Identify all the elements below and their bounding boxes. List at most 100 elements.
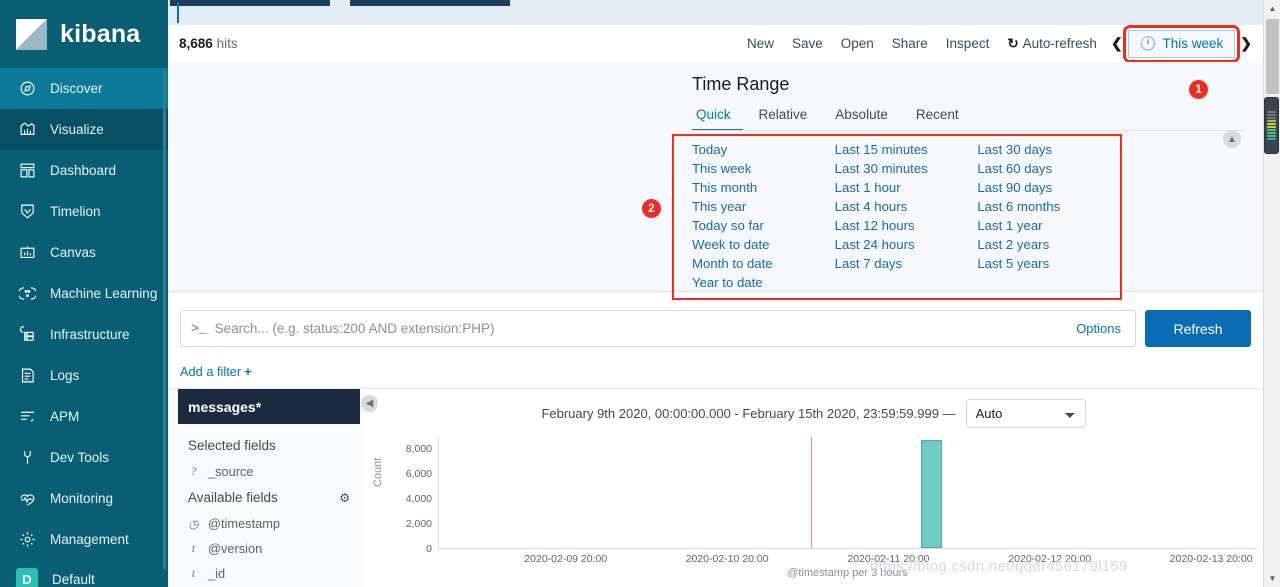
sidebar-item-label: Machine Learning bbox=[50, 286, 158, 301]
quick-range-month-to-date[interactable]: Month to date bbox=[692, 254, 835, 273]
sidebar-item-label: APM bbox=[50, 409, 80, 424]
x-axis-label: @timestamp per 3 hours bbox=[787, 567, 908, 579]
histogram-bar[interactable] bbox=[921, 440, 943, 548]
selected-fields-label: Selected fields bbox=[188, 438, 276, 453]
add-filter-label: Add a filter bbox=[180, 364, 242, 379]
search-input[interactable] bbox=[214, 321, 1069, 336]
quick-range-last-60-days[interactable]: Last 60 days bbox=[977, 159, 1120, 178]
collapse-popover-icon[interactable]: ▲ bbox=[1223, 130, 1241, 148]
time-next-button[interactable]: ❯ bbox=[1235, 32, 1257, 55]
quick-range-week-to-date[interactable]: Week to date bbox=[692, 235, 835, 254]
quick-range-last-1-year[interactable]: Last 1 year bbox=[977, 216, 1120, 235]
tab-recent[interactable]: Recent bbox=[912, 103, 971, 131]
sidebar-item-timelion[interactable]: Timelion bbox=[0, 191, 168, 232]
quick-range-last-90-days[interactable]: Last 90 days bbox=[977, 178, 1120, 197]
quick-range-last-1-hour[interactable]: Last 1 hour bbox=[835, 178, 978, 197]
histogram-plot-area[interactable] bbox=[438, 437, 1257, 549]
quick-range-last-30-minutes[interactable]: Last 30 minutes bbox=[835, 159, 978, 178]
share-button[interactable]: Share bbox=[883, 31, 937, 56]
quick-range-this-month[interactable]: This month bbox=[692, 178, 835, 197]
sidebar-item-machine-learning[interactable]: Machine Learning bbox=[0, 273, 168, 314]
sidebar-nav: Discover Visualize Dashboard Timelion Ca… bbox=[0, 68, 168, 587]
open-button[interactable]: Open bbox=[832, 31, 883, 56]
quick-range-last-2-years[interactable]: Last 2 years bbox=[977, 235, 1120, 254]
quick-range-last-30-days[interactable]: Last 30 days bbox=[977, 140, 1120, 159]
field-item-source[interactable]: ? _source bbox=[178, 459, 360, 484]
inspect-button[interactable]: Inspect bbox=[937, 31, 999, 56]
sidebar-item-label: Infrastructure bbox=[50, 327, 130, 342]
quick-range-last-24-hours[interactable]: Last 24 hours bbox=[835, 235, 978, 254]
discover-toolbar: 8,686 hits New Save Open Share Inspect ↻… bbox=[168, 24, 1263, 63]
sidebar-item-management[interactable]: Management bbox=[0, 519, 168, 560]
sidebar-item-infrastructure[interactable]: Infrastructure bbox=[0, 314, 168, 355]
field-type-string-icon: t bbox=[191, 567, 196, 580]
query-options-link[interactable]: Options bbox=[1076, 321, 1125, 336]
y-axis-line bbox=[438, 437, 439, 549]
field-item-id[interactable]: t _id bbox=[178, 561, 360, 586]
quick-range-today-so-far[interactable]: Today so far bbox=[692, 216, 835, 235]
scroll-down-icon[interactable]: ▼ bbox=[1264, 570, 1280, 587]
sidebar-item-apm[interactable]: APM bbox=[0, 396, 168, 437]
time-range-popover: Time Range Quick Relative Absolute Recen… bbox=[168, 62, 1263, 300]
field-name: @timestamp bbox=[208, 516, 281, 531]
quick-range-last-15-minutes[interactable]: Last 15 minutes bbox=[835, 140, 978, 159]
new-button[interactable]: New bbox=[738, 31, 783, 56]
brand-label: kibana bbox=[60, 19, 141, 48]
field-item-version[interactable]: t @version bbox=[178, 536, 360, 561]
sidebar-item-monitoring[interactable]: Monitoring bbox=[0, 478, 168, 519]
quick-range-last-7-days[interactable]: Last 7 days bbox=[835, 254, 978, 273]
apm-icon bbox=[18, 408, 36, 426]
sidebar-item-space-default[interactable]: D Default bbox=[0, 560, 168, 587]
quick-range-last-5-years[interactable]: Last 5 years bbox=[977, 254, 1120, 273]
hits-label: hits bbox=[216, 36, 238, 51]
y-axis-label: Count bbox=[372, 457, 384, 487]
kibana-brand[interactable]: kibana bbox=[0, 0, 168, 68]
available-fields-label: Available fields bbox=[188, 490, 278, 505]
sidebar-item-label: Dashboard bbox=[50, 163, 117, 178]
date-picker-button[interactable]: 🕛 This week bbox=[1122, 24, 1241, 63]
collapse-sidebar-icon[interactable]: ◀ bbox=[361, 395, 378, 412]
tab-relative[interactable]: Relative bbox=[755, 103, 820, 131]
sidebar-scrollbar[interactable] bbox=[163, 70, 166, 570]
scroll-up-icon[interactable]: ▲ bbox=[1264, 0, 1280, 17]
dashboard-icon bbox=[18, 162, 36, 180]
time-prev-button[interactable]: ❮ bbox=[1106, 32, 1128, 55]
page-caret bbox=[177, 2, 179, 23]
quick-range-this-week[interactable]: This week bbox=[692, 159, 835, 178]
time-range-title: Time Range bbox=[692, 74, 790, 94]
quick-range-last-12-hours[interactable]: Last 12 hours bbox=[835, 216, 978, 235]
sidebar-item-label: Timelion bbox=[50, 204, 101, 219]
sidebar-item-logs[interactable]: Logs bbox=[0, 355, 168, 396]
sidebar-item-canvas[interactable]: Canvas bbox=[0, 232, 168, 273]
infrastructure-icon bbox=[18, 326, 36, 344]
page-scrollbar[interactable]: ▲ ▼ bbox=[1263, 0, 1280, 587]
quick-range-last-4-hours[interactable]: Last 4 hours bbox=[835, 197, 978, 216]
sidebar-item-dashboard[interactable]: Dashboard bbox=[0, 150, 168, 191]
scrollbar-thumb[interactable] bbox=[1266, 19, 1279, 94]
auto-refresh-button[interactable]: ↻ Auto-refresh bbox=[998, 31, 1106, 57]
quick-range-year-to-date[interactable]: Year to date bbox=[692, 273, 835, 292]
sidebar-item-dev-tools[interactable]: Dev Tools bbox=[0, 437, 168, 478]
logs-icon bbox=[18, 367, 36, 385]
sidebar-item-label: Canvas bbox=[50, 245, 96, 260]
space-label: Default bbox=[52, 571, 95, 587]
field-item-timestamp[interactable]: ◷ @timestamp bbox=[178, 511, 360, 536]
browser-tab-strip bbox=[168, 0, 1263, 25]
quick-range-today[interactable]: Today bbox=[692, 140, 835, 159]
sidebar-item-discover[interactable]: Discover bbox=[0, 68, 168, 109]
tab-absolute[interactable]: Absolute bbox=[831, 103, 900, 131]
tab-quick[interactable]: Quick bbox=[692, 103, 743, 131]
interval-select[interactable]: Auto bbox=[965, 398, 1086, 428]
quick-range-last-6-months[interactable]: Last 6 months bbox=[977, 197, 1120, 216]
refresh-button[interactable]: Refresh bbox=[1145, 310, 1251, 347]
annotation-badge-1: 1 bbox=[1189, 80, 1208, 99]
sidebar-item-visualize[interactable]: Visualize bbox=[0, 109, 168, 150]
browser-extension-widget[interactable] bbox=[1264, 97, 1279, 154]
field-settings-gear-icon[interactable]: ⚙ bbox=[339, 491, 350, 505]
add-filter-button[interactable]: Add a filter + bbox=[180, 364, 252, 379]
quick-range-this-year[interactable]: This year bbox=[692, 197, 835, 216]
save-button[interactable]: Save bbox=[783, 31, 832, 56]
index-pattern-header[interactable]: messages* bbox=[178, 389, 360, 424]
compass-icon bbox=[18, 80, 36, 98]
search-box[interactable]: >_ Options bbox=[180, 310, 1136, 347]
